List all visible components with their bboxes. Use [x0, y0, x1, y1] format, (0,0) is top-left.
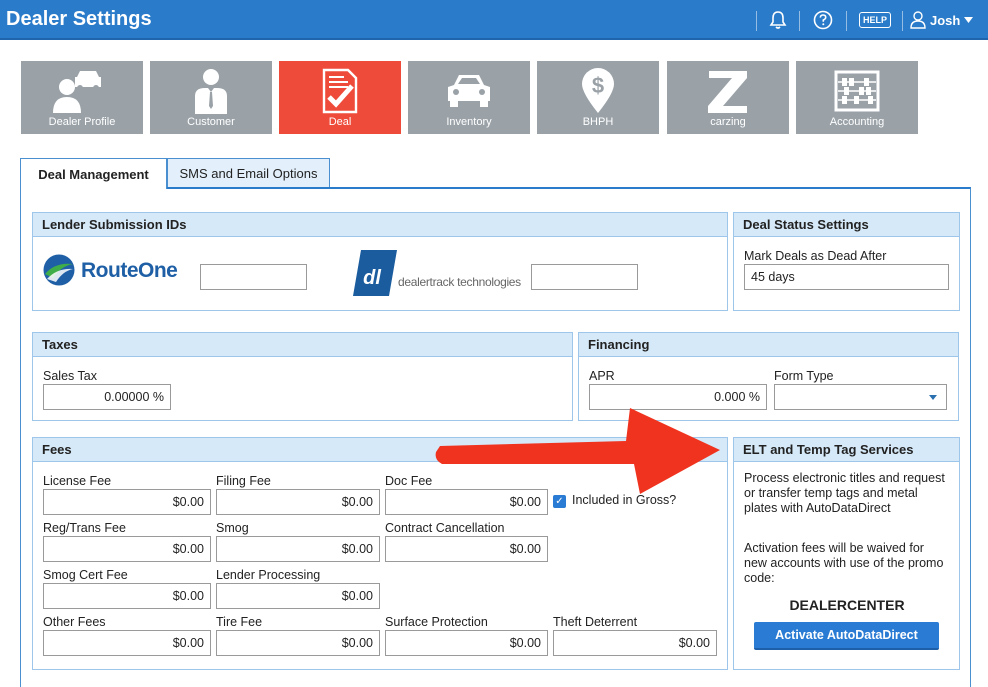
- divider: [902, 11, 903, 31]
- tile-bhph[interactable]: $ BHPH: [537, 61, 659, 134]
- promo-code: DEALERCENTER: [789, 597, 905, 613]
- user-name: Josh: [930, 12, 961, 28]
- tile-inventory[interactable]: Inventory: [408, 61, 530, 134]
- routeone-id-input[interactable]: [200, 264, 307, 290]
- tab-label: SMS and Email Options: [179, 166, 318, 181]
- elt-activation-text: Activation fees will be waived for new a…: [744, 541, 944, 585]
- tire-fee-input[interactable]: $0.00: [216, 630, 380, 656]
- theft-deterrent-label: Theft Deterrent: [553, 615, 638, 629]
- reg-trans-fee-input[interactable]: $0.00: [43, 536, 211, 562]
- lender-processing-label: Lender Processing: [216, 568, 321, 582]
- surface-protection-input[interactable]: $0.00: [385, 630, 548, 656]
- deal-document-icon: [279, 67, 401, 115]
- tile-deal[interactable]: Deal: [279, 61, 401, 134]
- routeone-logo-text: RouteOne: [81, 259, 178, 282]
- smog-cert-fee-label: Smog Cert Fee: [43, 568, 128, 582]
- tile-customer[interactable]: Customer: [150, 61, 272, 134]
- carzing-icon: [667, 67, 789, 115]
- dealertrack-logo-icon: dl: [353, 250, 397, 296]
- license-fee-input[interactable]: $0.00: [43, 489, 211, 515]
- divider: [846, 11, 847, 31]
- button-label: Activate AutoDataDirect: [775, 628, 918, 642]
- filing-fee-input[interactable]: $0.00: [216, 489, 380, 515]
- tab-deal-management[interactable]: Deal Management: [20, 158, 167, 189]
- divider: [799, 11, 800, 31]
- surface-protection-label: Surface Protection: [385, 615, 488, 629]
- panel-title: Deal Status Settings: [734, 213, 959, 237]
- dollar-pin-icon: $: [537, 67, 659, 115]
- tile-accounting[interactable]: Accounting: [796, 61, 918, 134]
- tile-label: BHPH: [582, 116, 614, 128]
- form-type-select[interactable]: [774, 384, 947, 410]
- contract-cancellation-label: Contract Cancellation: [385, 521, 505, 535]
- page-title: Dealer Settings: [6, 8, 152, 30]
- help-button[interactable]: HELP: [858, 0, 892, 40]
- activate-autodatadirect-button[interactable]: Activate AutoDataDirect: [754, 622, 939, 650]
- tire-fee-label: Tire Fee: [216, 615, 263, 629]
- tile-carzing[interactable]: carzing: [667, 61, 789, 134]
- annotation-arrow-icon: [435, 408, 720, 494]
- sales-tax-label: Sales Tax: [43, 369, 97, 383]
- top-bar: Dealer Settings HELP Josh: [0, 0, 988, 40]
- panel-title: Financing: [579, 333, 958, 357]
- chevron-down-icon: [964, 17, 974, 23]
- included-in-gross-checkbox[interactable]: ✓: [553, 495, 566, 508]
- user-menu[interactable]: Josh: [910, 0, 974, 40]
- tile-label: Inventory: [446, 116, 492, 128]
- smog-input[interactable]: $0.00: [216, 536, 380, 562]
- dealertrack-logo-text: dealertrack technologies: [398, 275, 521, 289]
- tile-dealer-profile[interactable]: Dealer Profile: [21, 61, 143, 134]
- divider: [756, 11, 757, 31]
- tile-label: Deal: [328, 116, 352, 128]
- panel-title: Taxes: [33, 333, 572, 357]
- lender-processing-input[interactable]: $0.00: [216, 583, 380, 609]
- form-type-label: Form Type: [774, 369, 834, 383]
- tab-sms-email-options[interactable]: SMS and Email Options: [167, 158, 330, 188]
- car-icon: [408, 67, 530, 115]
- routeone-logo-icon: [43, 254, 75, 286]
- license-fee-label: License Fee: [43, 474, 112, 488]
- svg-text:dl: dl: [363, 267, 381, 289]
- bell-icon[interactable]: [765, 0, 791, 40]
- abacus-icon: [796, 67, 918, 115]
- question-circle-icon[interactable]: [810, 0, 836, 40]
- panel-title: ELT and Temp Tag Services: [734, 438, 959, 462]
- other-fees-input[interactable]: $0.00: [43, 630, 211, 656]
- smog-cert-fee-input[interactable]: $0.00: [43, 583, 211, 609]
- filing-fee-label: Filing Fee: [216, 474, 271, 488]
- user-icon: [910, 11, 926, 29]
- svg-text:$: $: [592, 73, 604, 98]
- customer-icon: [150, 67, 272, 115]
- doc-fee-label: Doc Fee: [385, 474, 433, 488]
- mark-dead-label: Mark Deals as Dead After: [744, 249, 887, 263]
- smog-label: Smog: [216, 521, 249, 535]
- tile-label: Dealer Profile: [48, 116, 116, 128]
- tab-label: Deal Management: [38, 166, 149, 182]
- apr-label: APR: [589, 369, 615, 383]
- contract-cancellation-input[interactable]: $0.00: [385, 536, 548, 562]
- dealertrack-id-input[interactable]: [531, 264, 638, 290]
- mark-dead-input[interactable]: 45 days: [744, 264, 949, 290]
- tile-label: carzing: [710, 116, 746, 128]
- chevron-down-icon: [929, 395, 937, 400]
- elt-description: Process electronic titles and request or…: [744, 471, 945, 515]
- tile-label: Accounting: [829, 116, 885, 128]
- help-label: HELP: [858, 12, 891, 28]
- panel-title: Lender Submission IDs: [33, 213, 727, 237]
- sales-tax-input[interactable]: 0.00000 %: [43, 384, 171, 410]
- theft-deterrent-input[interactable]: $0.00: [553, 630, 717, 656]
- other-fees-label: Other Fees: [43, 615, 106, 629]
- dealer-profile-icon: [21, 67, 143, 115]
- tile-label: Customer: [187, 116, 235, 128]
- reg-trans-fee-label: Reg/Trans Fee: [43, 521, 126, 535]
